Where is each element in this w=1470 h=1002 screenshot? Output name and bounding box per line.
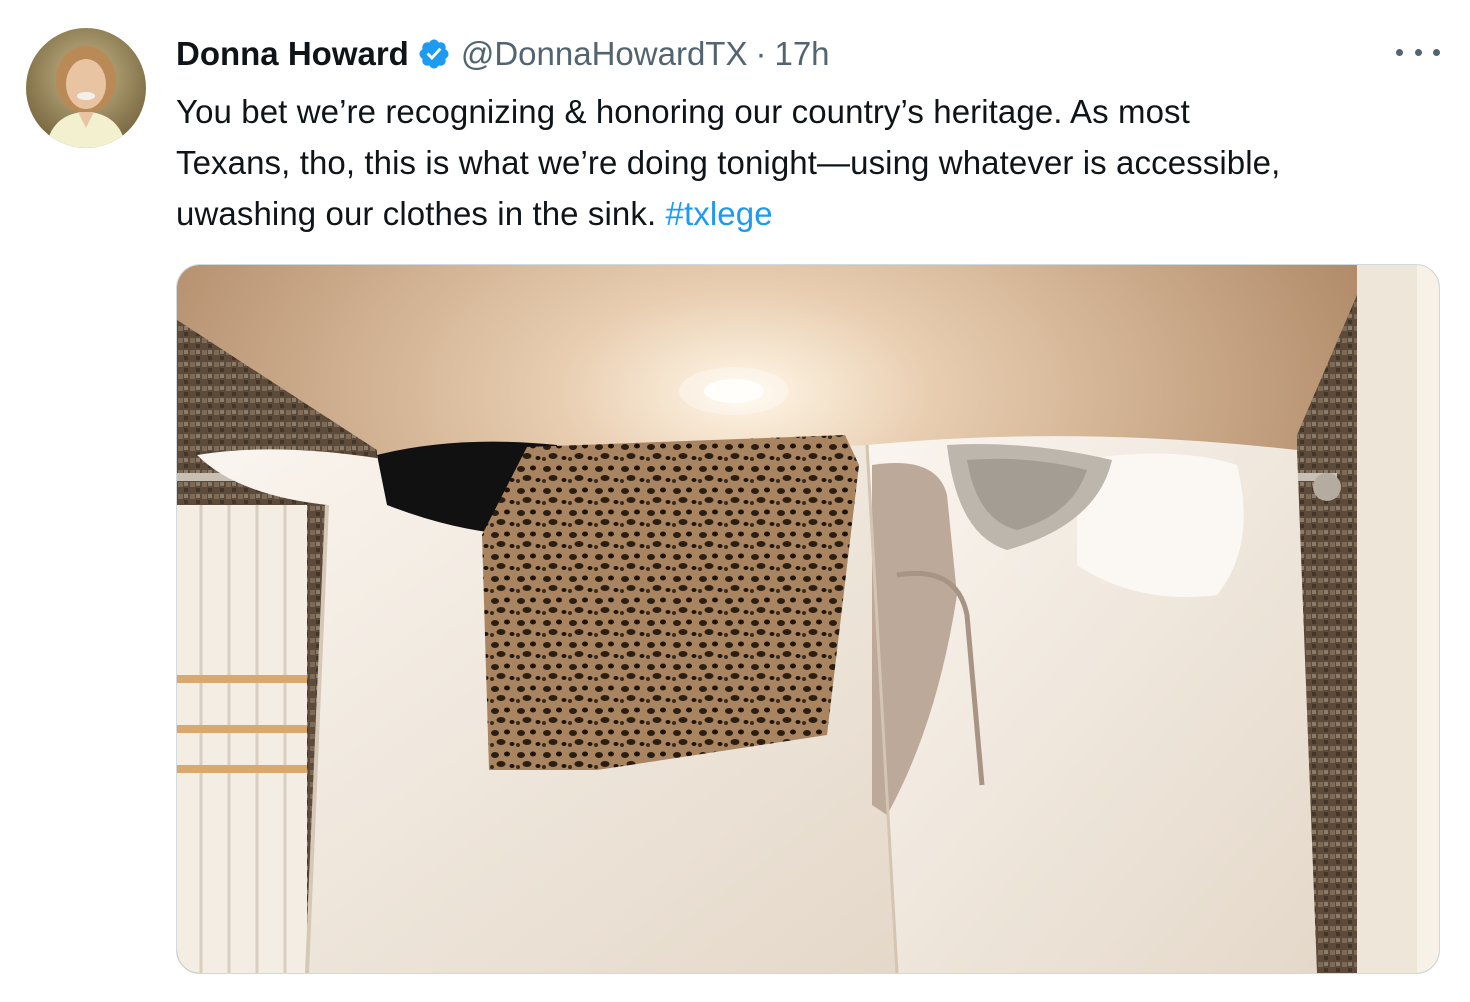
hashtag-link[interactable]: #txlege	[666, 195, 773, 232]
author-avatar[interactable]	[26, 28, 146, 148]
tweet-header: Donna Howard @DonnaHowardTX · 17h	[176, 30, 830, 78]
tweet-text-line: You bet we’re recognizing & honoring our…	[176, 93, 1190, 130]
tweet[interactable]: Donna Howard @DonnaHowardTX · 17h You be…	[0, 0, 1470, 1002]
author-handle[interactable]: @DonnaHowardTX	[461, 35, 748, 73]
tweet-text-line: Texans, tho, this is what we’re doing to…	[176, 144, 1281, 181]
tweet-text-line: uwashing our clothes in the sink.	[176, 195, 657, 232]
more-options-icon[interactable]	[1396, 38, 1440, 66]
photo-laundry-on-shower-rod	[177, 265, 1439, 973]
separator-dot: ·	[755, 35, 767, 72]
verified-badge-icon	[419, 39, 449, 69]
tweet-text: You bet we’re recognizing & honoring our…	[176, 86, 1436, 239]
tweet-timestamp[interactable]: 17h	[774, 35, 829, 73]
tweet-text-line-last: uwashing our clothes in the sink. #txleg…	[176, 188, 1436, 239]
tweet-photo[interactable]	[176, 264, 1440, 974]
author-name[interactable]: Donna Howard	[176, 35, 409, 73]
avatar-photo	[26, 28, 146, 148]
